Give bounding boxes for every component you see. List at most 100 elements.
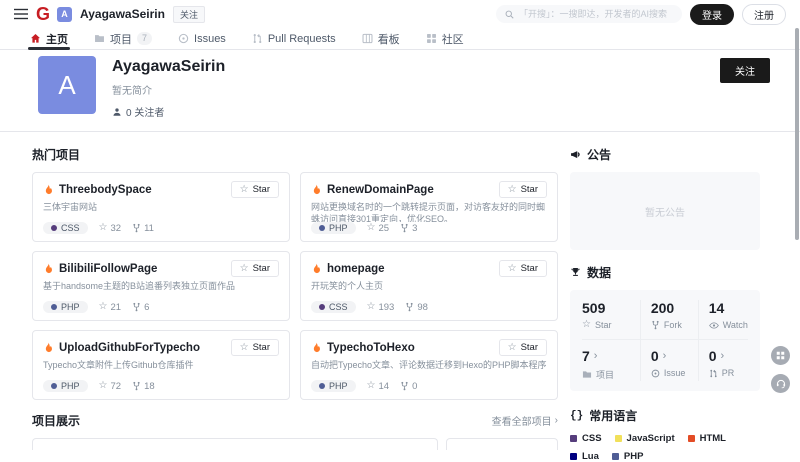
language-item[interactable]: CSS bbox=[570, 433, 602, 444]
flame-icon bbox=[43, 184, 54, 196]
avatar[interactable]: A bbox=[57, 7, 72, 22]
scrollbar-track[interactable] bbox=[794, 0, 800, 421]
project-name[interactable]: homepage bbox=[327, 263, 494, 275]
person-icon bbox=[112, 107, 122, 117]
language-pill[interactable]: CSS bbox=[43, 222, 88, 234]
fork-count[interactable]: 98 bbox=[405, 302, 428, 313]
star-count[interactable]: ☆72 bbox=[99, 381, 122, 392]
star-icon: ☆ bbox=[367, 302, 376, 312]
language-color-swatch bbox=[612, 453, 619, 460]
project-description: Typecho文章附件上传Github仓库插件 bbox=[43, 360, 279, 380]
tab-board[interactable]: 看板 bbox=[362, 28, 400, 49]
project-name[interactable]: ThreebodySpace bbox=[59, 184, 226, 196]
language-color-swatch bbox=[688, 435, 695, 442]
fork-icon bbox=[400, 381, 409, 391]
star-button[interactable]: ☆Star bbox=[499, 339, 547, 356]
top-bar: G A AyagawaSeirin 关注 登录 注册 bbox=[0, 0, 800, 28]
star-button[interactable]: ☆Star bbox=[231, 260, 279, 277]
follow-button[interactable]: 关注 bbox=[720, 58, 770, 83]
fork-count[interactable]: 0 bbox=[400, 381, 417, 392]
announcement-empty-box: 暂无公告 bbox=[570, 172, 760, 250]
star-icon: ☆ bbox=[99, 381, 108, 391]
stat-issues[interactable]: 0› Issue bbox=[640, 339, 698, 381]
language-item[interactable]: PHP bbox=[612, 451, 644, 462]
customer-service-floating-button[interactable] bbox=[771, 374, 790, 393]
pull-request-icon bbox=[709, 369, 718, 378]
language-pill[interactable]: PHP bbox=[311, 380, 356, 392]
tab-community[interactable]: 社区 bbox=[426, 28, 464, 49]
eye-icon bbox=[709, 321, 719, 330]
project-card[interactable]: UploadGithubForTypecho ☆Star Typecho文章附件… bbox=[32, 330, 290, 400]
stat-watch[interactable]: 14 Watch bbox=[698, 300, 748, 339]
home-icon bbox=[30, 33, 41, 44]
search-input[interactable] bbox=[519, 9, 673, 19]
stat-projects[interactable]: 7› 项目 bbox=[582, 339, 640, 381]
project-card[interactable]: TypechoToHexo ☆Star 自动把Typecho文章、评论数据迁移到… bbox=[300, 330, 558, 400]
language-item[interactable]: Lua bbox=[570, 451, 599, 462]
feedback-floating-button[interactable] bbox=[771, 346, 790, 365]
stat-fork[interactable]: 200 Fork bbox=[640, 300, 698, 339]
showcase-card[interactable] bbox=[32, 438, 438, 450]
search-box[interactable] bbox=[496, 5, 682, 23]
project-description: 自动把Typecho文章、评论数据迁移到Hexo的PHP脚本程序 bbox=[311, 360, 547, 380]
trophy-icon bbox=[570, 267, 581, 278]
fork-icon bbox=[405, 302, 414, 312]
language-item[interactable]: JavaScript bbox=[615, 433, 675, 444]
tab-issues[interactable]: Issues bbox=[178, 28, 226, 49]
fork-count[interactable]: 3 bbox=[400, 223, 417, 234]
star-count[interactable]: ☆193 bbox=[367, 302, 395, 313]
star-icon: ☆ bbox=[508, 185, 517, 195]
language-color-swatch bbox=[570, 453, 577, 460]
project-card[interactable]: ThreebodySpace ☆Star 三体宇宙网站 CSS ☆32 11 bbox=[32, 172, 290, 242]
chevron-right-icon: › bbox=[663, 350, 667, 362]
project-name[interactable]: UploadGithubForTypecho bbox=[59, 342, 226, 354]
star-button[interactable]: ☆Star bbox=[231, 181, 279, 198]
profile-avatar[interactable]: A bbox=[38, 56, 96, 114]
hamburger-menu-icon[interactable] bbox=[14, 8, 28, 20]
star-button[interactable]: ☆Star bbox=[499, 260, 547, 277]
star-count[interactable]: ☆25 bbox=[367, 223, 390, 234]
gitee-logo[interactable]: G bbox=[36, 5, 49, 23]
stat-star[interactable]: 509 ☆Star bbox=[582, 300, 640, 339]
fork-icon bbox=[651, 320, 660, 330]
fork-count[interactable]: 18 bbox=[132, 381, 155, 392]
language-pill[interactable]: PHP bbox=[43, 301, 88, 313]
fork-count[interactable]: 6 bbox=[132, 302, 149, 313]
followers-row[interactable]: 0 关注者 bbox=[112, 104, 225, 119]
stat-prs[interactable]: 0› PR bbox=[698, 339, 748, 381]
scrollbar-thumb[interactable] bbox=[795, 28, 799, 240]
star-button[interactable]: ☆Star bbox=[231, 339, 279, 356]
language-pill[interactable]: PHP bbox=[311, 222, 356, 234]
community-grid-icon bbox=[426, 33, 437, 44]
header-follow-chip[interactable]: 关注 bbox=[173, 6, 205, 23]
announcement-empty-text: 暂无公告 bbox=[645, 204, 685, 219]
tab-projects[interactable]: 项目 7 bbox=[94, 28, 152, 49]
flame-icon bbox=[311, 184, 322, 196]
star-count[interactable]: ☆21 bbox=[99, 302, 122, 313]
language-item[interactable]: HTML bbox=[688, 433, 726, 444]
project-name[interactable]: TypechoToHexo bbox=[327, 342, 494, 354]
folder-icon bbox=[582, 370, 592, 379]
project-card[interactable]: BilibiliFollowPage ☆Star 基于handsome主题的B站… bbox=[32, 251, 290, 321]
tab-pull-requests[interactable]: Pull Requests bbox=[252, 28, 336, 49]
project-card[interactable]: RenewDomainPage ☆Star 网站更换域名时的一个跳转提示页面，对… bbox=[300, 172, 558, 242]
language-pill[interactable]: PHP bbox=[43, 380, 88, 392]
project-name[interactable]: BilibiliFollowPage bbox=[59, 263, 226, 275]
tab-home[interactable]: 主页 bbox=[30, 28, 68, 49]
megaphone-icon bbox=[570, 149, 581, 160]
announcement-title-row: 公告 bbox=[570, 146, 760, 163]
fork-icon bbox=[132, 381, 141, 391]
showcase-card[interactable] bbox=[446, 438, 558, 450]
flame-icon bbox=[311, 342, 322, 354]
languages-list: CSS JavaScript HTML Lua PHP bbox=[570, 433, 760, 462]
register-button[interactable]: 注册 bbox=[742, 4, 786, 25]
star-count[interactable]: ☆14 bbox=[367, 381, 390, 392]
star-count[interactable]: ☆32 bbox=[99, 223, 122, 234]
fork-count[interactable]: 11 bbox=[132, 223, 154, 234]
project-card[interactable]: homepage ☆Star 开玩笑的个人主页 CSS ☆193 98 bbox=[300, 251, 558, 321]
language-pill[interactable]: CSS bbox=[311, 301, 356, 313]
project-name[interactable]: RenewDomainPage bbox=[327, 184, 494, 196]
login-button[interactable]: 登录 bbox=[690, 4, 734, 25]
project-description: 网站更换域名时的一个跳转提示页面，对访客友好的同时蜘蛛访问直接301重定向，优化… bbox=[311, 202, 547, 222]
star-button[interactable]: ☆Star bbox=[499, 181, 547, 198]
